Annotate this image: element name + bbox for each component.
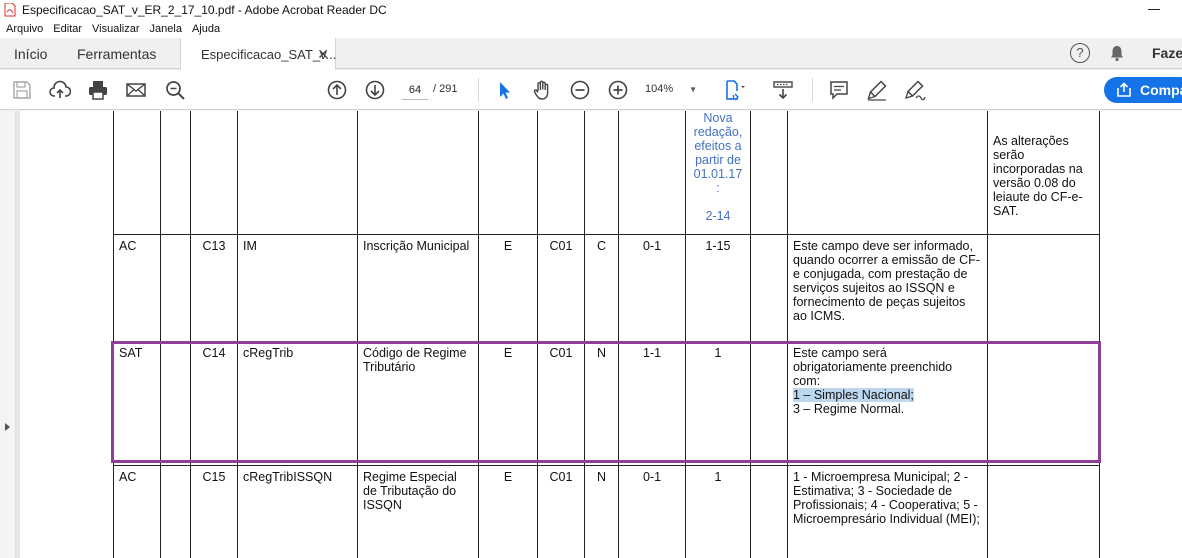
menu-visualizar[interactable]: Visualizar bbox=[92, 23, 140, 35]
pdf-page: Nova redação, efeitos a partir de 01.01.… bbox=[20, 111, 1182, 558]
selected-text[interactable]: 1 – Simples Nacional; bbox=[793, 388, 914, 402]
toolbar-divider bbox=[812, 78, 813, 102]
highlight-pen-icon[interactable] bbox=[866, 79, 888, 101]
table-row: AC C15 cRegTribISSQN Regime Especial de … bbox=[113, 465, 1100, 558]
page-down-icon[interactable] bbox=[364, 79, 386, 101]
toolbar-divider bbox=[478, 78, 479, 102]
spec-table: Nova redação, efeitos a partir de 01.01.… bbox=[113, 111, 1100, 558]
sign-in-link[interactable]: Faze bbox=[1152, 45, 1182, 61]
tab-tools[interactable]: Ferramentas bbox=[77, 38, 156, 69]
save-icon[interactable] bbox=[11, 79, 33, 101]
email-icon[interactable] bbox=[125, 79, 147, 101]
zoom-select[interactable]: 104% ▼ bbox=[645, 78, 705, 100]
menu-bar: Arquivo Editar Visualizar Janela Ajuda bbox=[0, 20, 1182, 38]
close-icon[interactable]: ✕ bbox=[317, 46, 329, 63]
table-row: AC C13 IM Inscrição Municipal E C01 C 0-… bbox=[113, 234, 1100, 342]
expand-panel-icon[interactable] bbox=[5, 423, 10, 431]
hand-tool-icon[interactable] bbox=[531, 79, 553, 101]
menu-ajuda[interactable]: Ajuda bbox=[192, 23, 220, 35]
zoom-value: 104% bbox=[645, 83, 674, 95]
comment-icon[interactable] bbox=[828, 79, 850, 101]
print-icon[interactable] bbox=[87, 79, 109, 101]
menu-arquivo[interactable]: Arquivo bbox=[6, 23, 43, 35]
regime-observation: Este campo será obrigatoriamente preench… bbox=[787, 341, 988, 466]
sign-icon[interactable] bbox=[904, 79, 926, 101]
left-panel-rail bbox=[0, 111, 16, 558]
page-up-icon[interactable] bbox=[326, 79, 348, 101]
title-bar: Especificacao_SAT_v_ER_2_17_10.pdf - Ado… bbox=[0, 0, 1182, 20]
share-icon bbox=[1117, 82, 1131, 97]
acrobat-icon bbox=[4, 3, 16, 17]
select-cursor-icon[interactable] bbox=[493, 79, 515, 101]
page-total: / 291 bbox=[433, 83, 458, 95]
upload-cloud-icon[interactable] bbox=[49, 79, 71, 101]
share-label: Compa bbox=[1140, 82, 1182, 98]
document-viewer[interactable]: Nova redação, efeitos a partir de 01.01.… bbox=[0, 111, 1182, 558]
bell-icon[interactable] bbox=[1108, 44, 1126, 62]
table-row-highlighted: SAT C14 cRegTrib Código de Regime Tribut… bbox=[113, 341, 1100, 466]
tab-document[interactable]: Especificacao_SAT_v... ✕ bbox=[180, 38, 336, 70]
zoom-in-icon[interactable] bbox=[607, 79, 629, 101]
chevron-down-icon: ▼ bbox=[689, 84, 698, 94]
scroll-mode-icon[interactable] bbox=[772, 79, 794, 101]
menu-janela[interactable]: Janela bbox=[150, 23, 182, 35]
tab-bar: Início Ferramentas Especificacao_SAT_v..… bbox=[0, 38, 1182, 70]
share-button[interactable]: Compa bbox=[1104, 77, 1182, 103]
help-icon[interactable]: ? bbox=[1070, 43, 1090, 63]
window-title: Especificacao_SAT_v_ER_2_17_10.pdf - Ado… bbox=[22, 3, 387, 17]
zoom-out-icon[interactable] bbox=[569, 79, 591, 101]
note-cell: Nova redação, efeitos a partir de 01.01.… bbox=[685, 111, 751, 235]
search-zoom-icon[interactable] bbox=[164, 79, 186, 101]
page-number-input[interactable] bbox=[402, 80, 428, 100]
toolbar: / 291 104% ▼ Compa bbox=[0, 70, 1182, 110]
minimize-button[interactable] bbox=[1148, 9, 1160, 10]
tab-home[interactable]: Início bbox=[14, 38, 47, 69]
fit-page-icon[interactable] bbox=[723, 79, 745, 101]
remark-cell: As alterações serão incorporadas na vers… bbox=[987, 111, 1100, 235]
menu-editar[interactable]: Editar bbox=[53, 23, 82, 35]
table-row: Nova redação, efeitos a partir de 01.01.… bbox=[113, 111, 1100, 235]
tab-document-label: Especificacao_SAT_v... bbox=[201, 46, 337, 62]
